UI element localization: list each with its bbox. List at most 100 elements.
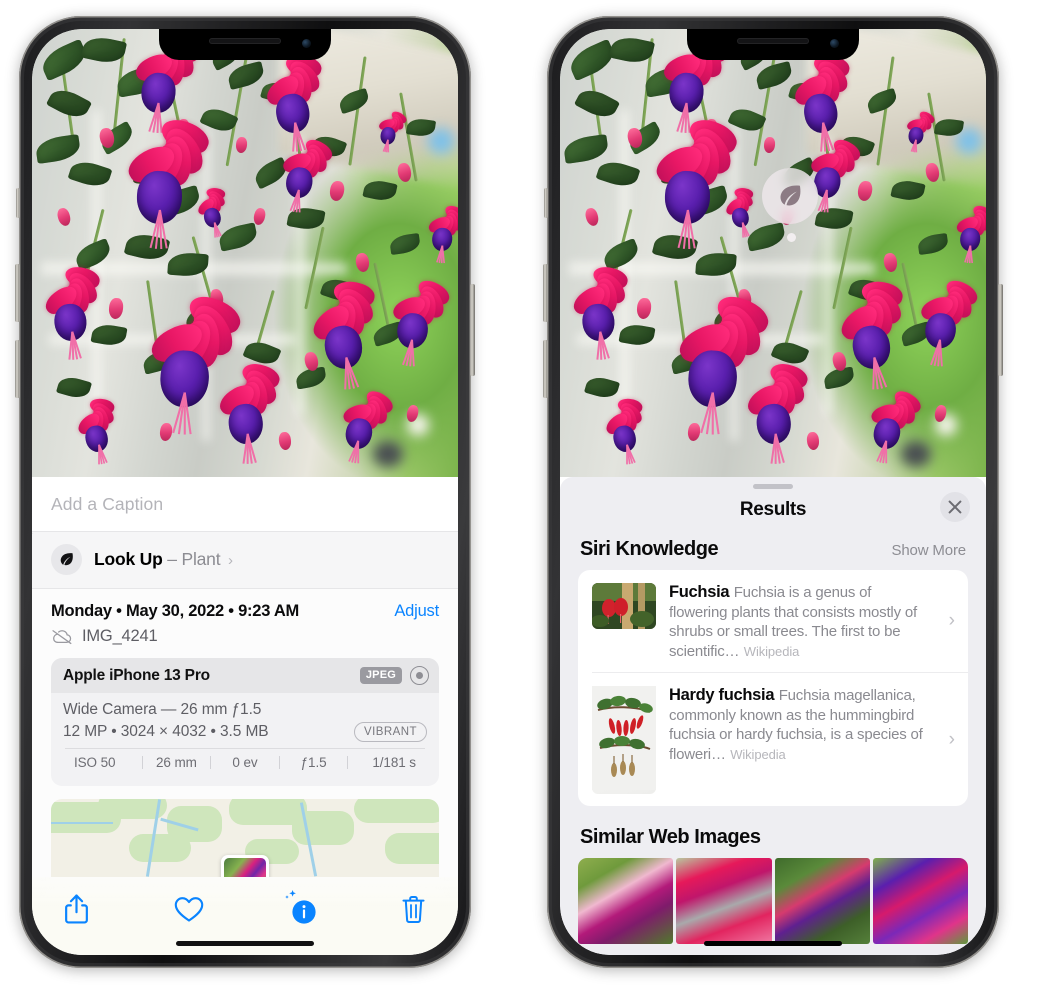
home-indicator[interactable] [176, 941, 314, 946]
fuchsia-blossom [74, 397, 117, 465]
similar-web-images-title: Similar Web Images [580, 826, 761, 848]
similar-web-images-header: Similar Web Images [560, 806, 986, 858]
flower-bud [686, 422, 701, 442]
knowledge-thumbnail [592, 686, 656, 794]
flower-bud [396, 162, 413, 184]
exif-stats-row: ISO 50 26 mm 0 ev ƒ1.5 1/181 s [65, 747, 425, 777]
flower-stamen [97, 445, 100, 465]
knowledge-thumbnail [592, 583, 656, 629]
siri-knowledge-title: Siri Knowledge [580, 538, 719, 560]
knowledge-item[interactable]: Fuchsia Fuchsia is a genus of flowering … [578, 570, 968, 672]
knowledge-source: Wikipedia [743, 643, 800, 659]
similar-web-image[interactable] [578, 858, 674, 944]
fuchsia-blossom [569, 263, 630, 359]
leaf-icon [51, 544, 82, 575]
flower-bud [107, 297, 124, 320]
similar-web-image[interactable] [872, 858, 968, 944]
front-camera [830, 39, 839, 48]
fuchsia-blossom [122, 113, 214, 249]
siri-knowledge-header: Siri Knowledge Show More [560, 534, 986, 570]
delete-button[interactable] [394, 889, 434, 929]
volume-down-button[interactable] [543, 340, 548, 398]
plant-leaf [225, 60, 266, 90]
caption-input[interactable]: Add a Caption [32, 477, 458, 531]
look-up-title: Look Up [94, 549, 163, 569]
volume-down-button[interactable] [15, 340, 20, 398]
close-icon [948, 500, 962, 514]
look-up-label: Look Up – Plant › [94, 549, 233, 570]
fuchsia-blossom [426, 202, 458, 264]
info-button[interactable] [281, 889, 321, 929]
left-screen: Add a Caption ✦ ✦ Look Up – Plant [32, 29, 458, 955]
device-notch [687, 29, 859, 60]
mute-switch[interactable] [16, 188, 20, 218]
plant-leaf [217, 222, 260, 252]
exif-card: Apple iPhone 13 Pro JPEG Wide Camera — 2… [51, 658, 439, 786]
resolution-info: 12 MP • 3024 × 4032 • 3.5 MB [63, 722, 269, 740]
format-badge: JPEG [359, 667, 402, 684]
chevron-right-icon: › [948, 610, 955, 631]
fuchsia-blossom [903, 108, 937, 153]
exif-stat: ƒ1.5 [300, 754, 327, 770]
flower-bud [328, 180, 346, 203]
siri-knowledge-card: Fuchsia Fuchsia is a genus of flowering … [578, 570, 968, 806]
flower-stamen [625, 445, 628, 465]
raw-ring-icon [410, 666, 429, 685]
fuchsia-blossom [336, 387, 396, 465]
location-map[interactable] [51, 798, 439, 877]
volume-up-button[interactable] [15, 264, 20, 322]
fuchsia-blossom [790, 51, 853, 152]
flower-bud [354, 252, 371, 273]
flower-bud [806, 431, 820, 451]
flower-bud [635, 297, 652, 320]
plant-leaf [753, 60, 794, 90]
chevron-right-icon: › [228, 552, 233, 569]
flower-bud [158, 422, 173, 442]
iphone-right-device: Results Siri Knowledge Show More Fuchsia… [543, 16, 1003, 968]
volume-up-button[interactable] [543, 264, 548, 322]
home-indicator[interactable] [704, 941, 842, 946]
plant-leaf [916, 233, 949, 256]
knowledge-item[interactable]: Hardy fuchsia Fuchsia magellanica, commo… [592, 672, 968, 806]
look-up-row[interactable]: ✦ ✦ Look Up – Plant › [32, 527, 458, 588]
visual-lookup-leaf-badge[interactable] [762, 167, 819, 224]
visual-lookup-anchor-dot [786, 232, 796, 242]
photographic-style-badge: VIBRANT [354, 722, 427, 742]
close-button[interactable] [940, 492, 970, 522]
flower-stamen [741, 222, 744, 238]
show-more-button[interactable]: Show More [891, 542, 966, 559]
plant-leaf [595, 157, 641, 192]
knowledge-title: Fuchsia [669, 583, 730, 601]
plant-leaf [362, 178, 398, 204]
panel-title: Results [739, 499, 807, 520]
similar-web-image[interactable] [676, 858, 772, 944]
favorite-button[interactable] [169, 889, 209, 929]
fuchsia-blossom [602, 397, 645, 465]
exif-stat: 26 mm [156, 754, 197, 770]
fuchsia-blossom [743, 360, 811, 465]
fuchsia-blossom [650, 113, 742, 249]
plant-leaf [388, 233, 421, 256]
share-button[interactable] [56, 889, 96, 929]
power-button[interactable] [470, 284, 475, 376]
fuchsia-blossom [864, 387, 924, 465]
fuchsia-blossom [262, 51, 325, 152]
location-photo-pin[interactable] [221, 854, 269, 877]
flower-bud [405, 404, 420, 424]
fuchsia-plant-artwork [560, 29, 986, 477]
sparkle-icon: ✦ [32, 527, 35, 542]
photo-metadata: Monday • May 30, 2022 • 9:23 AM Adjust I… [32, 588, 458, 646]
mute-switch[interactable] [544, 188, 548, 218]
power-button[interactable] [998, 284, 1003, 376]
plant-leaf [890, 178, 926, 204]
fuchsia-blossom [375, 108, 409, 153]
right-screen: Results Siri Knowledge Show More Fuchsia… [560, 29, 986, 955]
fuchsia-blossom [387, 275, 453, 366]
adjust-button[interactable]: Adjust [394, 602, 439, 621]
photo-viewer[interactable] [32, 29, 458, 477]
photo-viewer[interactable] [560, 29, 986, 477]
exif-stat: ISO 50 [74, 754, 116, 770]
plant-leaf [405, 116, 436, 138]
plant-leaf [34, 133, 82, 164]
similar-web-image[interactable] [774, 858, 870, 944]
